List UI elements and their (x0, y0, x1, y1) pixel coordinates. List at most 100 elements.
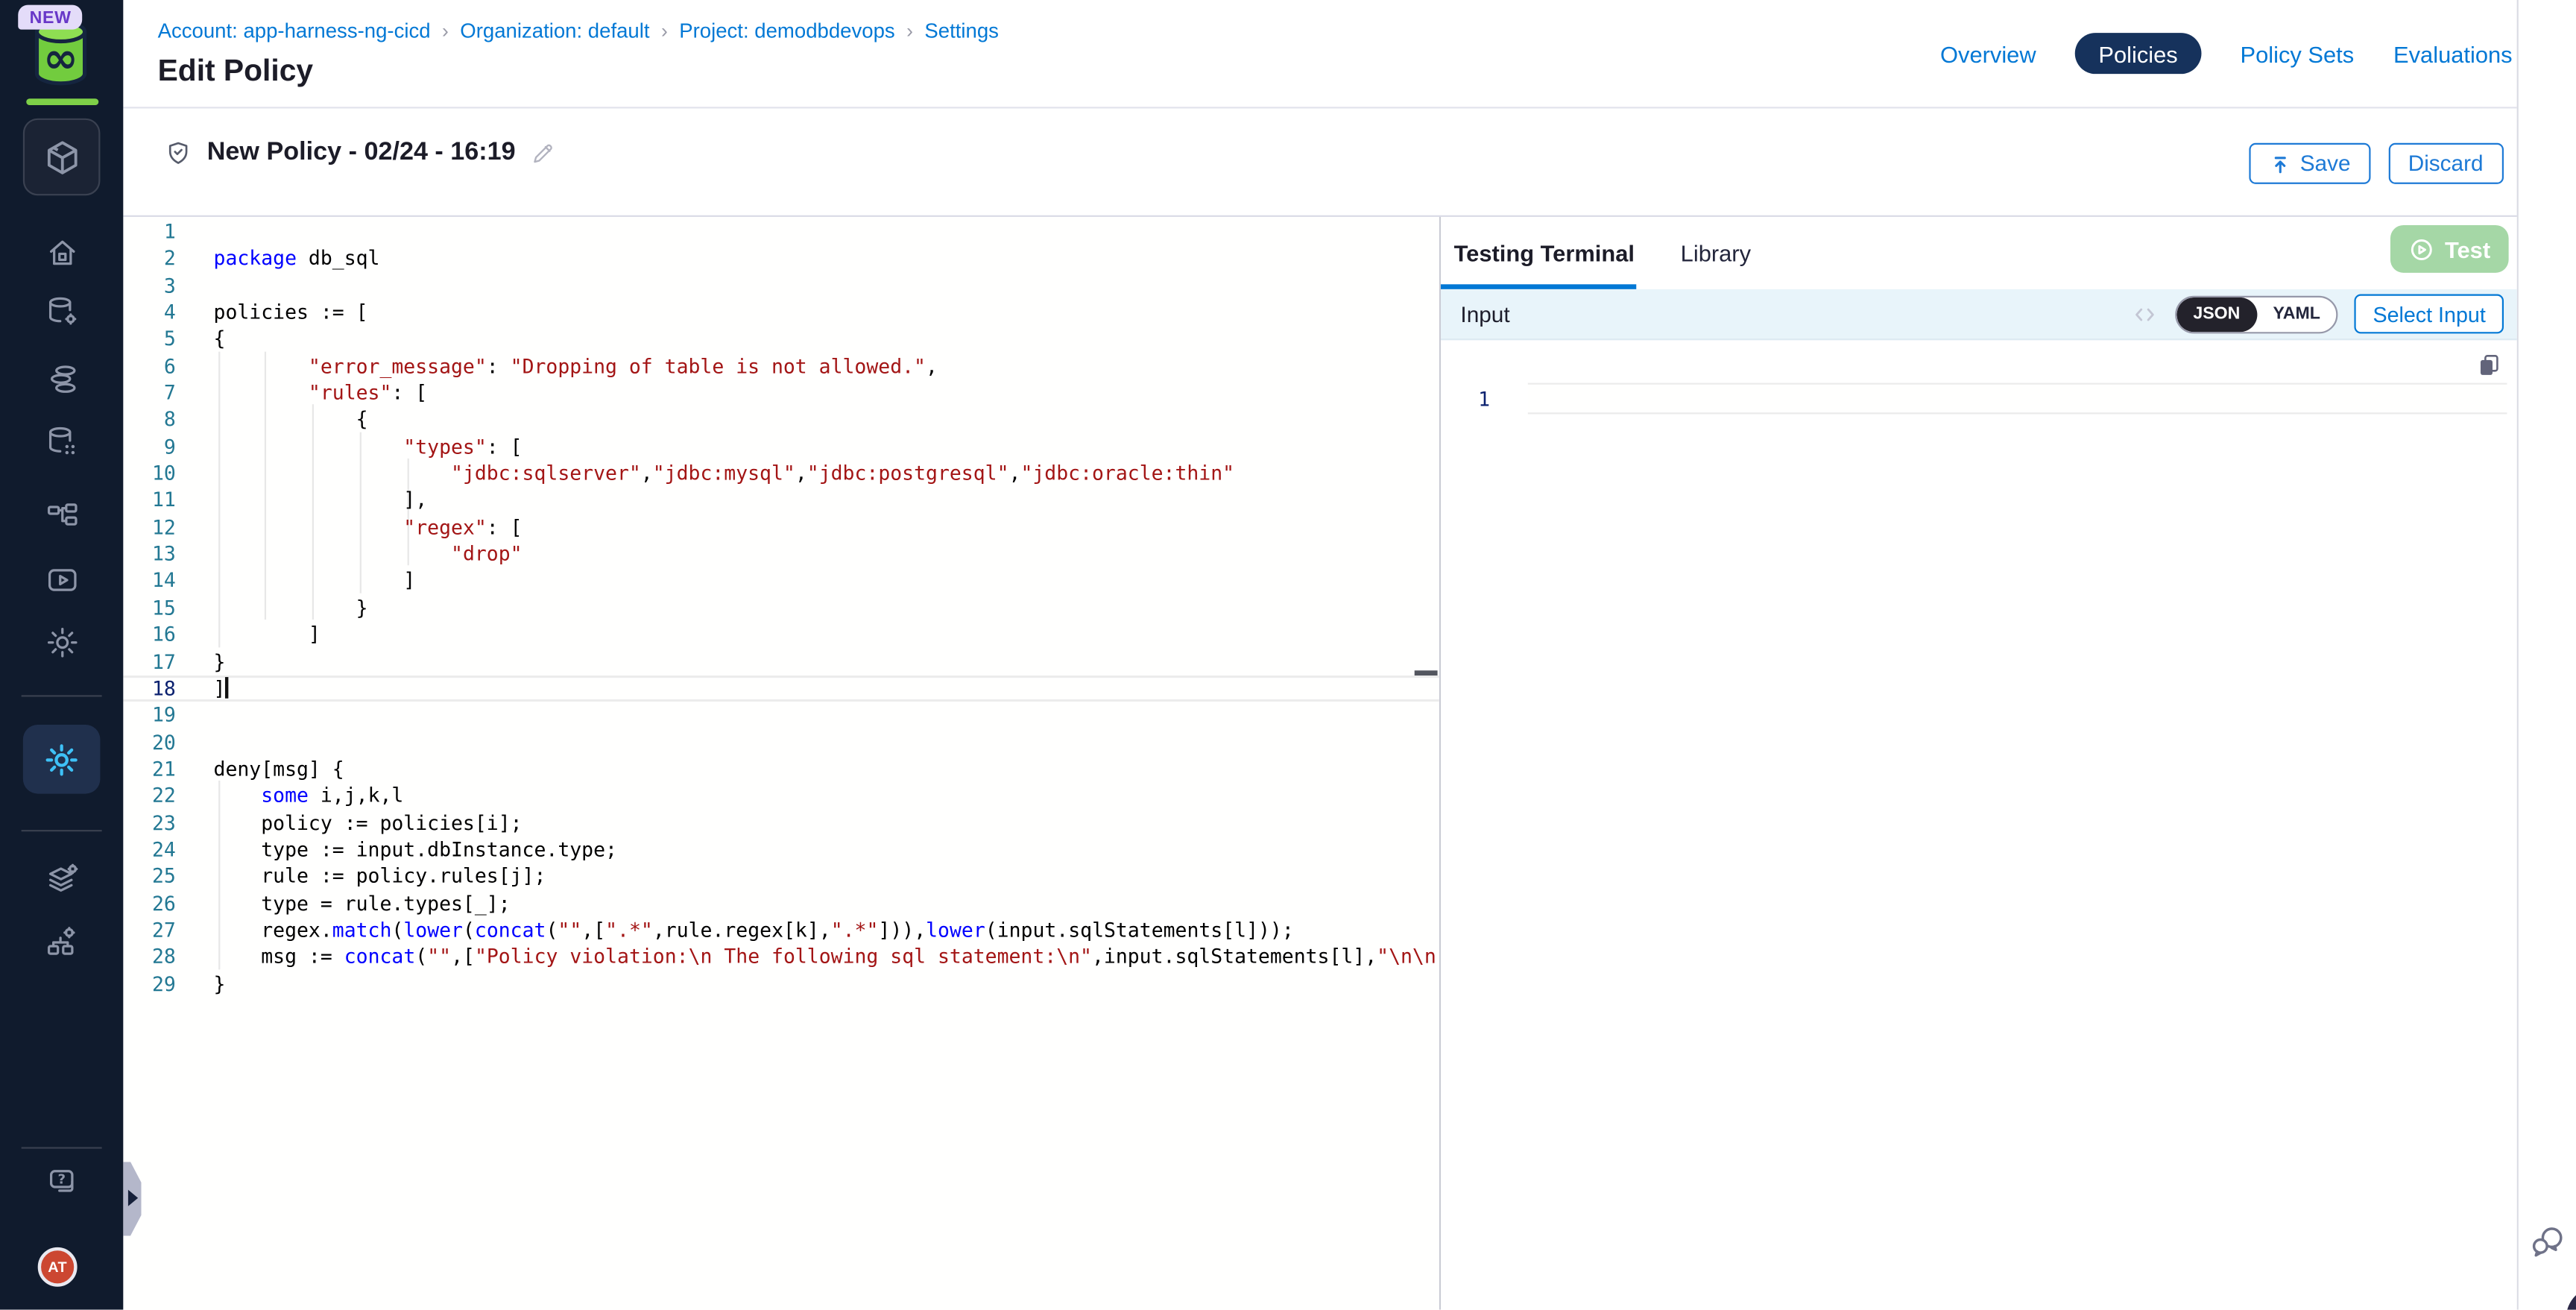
string-token: ".*" (831, 919, 879, 942)
code-line[interactable]: 6 "error_message": "Dropping of table is… (123, 353, 1439, 380)
code-line[interactable]: 5{ (123, 326, 1439, 353)
code-lines: 12package db_sql34policies := [5{6 "erro… (123, 218, 1439, 998)
input-editor-line[interactable] (1528, 383, 2507, 414)
line-number: 11 (123, 487, 176, 514)
code-line[interactable]: 15 } (123, 594, 1439, 621)
breadcrumb-item[interactable]: Project: demodbdevops (679, 19, 894, 42)
breadcrumb-item[interactable]: Settings (924, 19, 999, 42)
code-line[interactable]: 18] (123, 676, 1439, 702)
code-line[interactable]: 24 type := input.dbInstance.type; (123, 837, 1439, 863)
string-token: "drop" (451, 543, 523, 566)
code-line[interactable]: 14 ] (123, 567, 1439, 594)
breadcrumb-item[interactable]: Organization: default (460, 19, 649, 42)
format-toggle: JSONYAML (2175, 295, 2338, 333)
sidebar-item-executions[interactable] (0, 562, 123, 598)
line-number: 4 (123, 299, 176, 326)
edit-pencil-icon[interactable] (531, 140, 555, 165)
tab-library[interactable]: Library (1681, 240, 1751, 266)
sidebar-item-module-selector[interactable] (23, 119, 101, 196)
sidebar-item-project-settings-active[interactable] (23, 725, 101, 794)
string-token: "Dropping of table is not allowed." (511, 354, 926, 377)
sidebar-item-help[interactable]: ? (0, 1165, 123, 1201)
input-controls: JSONYAML Select Input (2131, 295, 2504, 334)
code-line[interactable]: 10 "jdbc:sqlserver","jdbc:mysql","jdbc:p… (123, 460, 1439, 487)
upload-icon (2269, 152, 2292, 175)
chat-support-button[interactable] (2528, 1223, 2568, 1262)
sidebar-item-settings[interactable] (0, 625, 123, 661)
code-line[interactable]: 3 (123, 272, 1439, 299)
code-token: ] (214, 570, 416, 593)
code-line[interactable]: 29} (123, 971, 1439, 998)
code-text: } (214, 971, 226, 998)
code-line[interactable]: 7 "rules": [ (123, 380, 1439, 406)
line-number: 9 (123, 433, 176, 460)
breadcrumb-separator: › (442, 19, 449, 42)
copy-button[interactable] (2476, 352, 2502, 378)
code-line[interactable]: 4 policies := [ (123, 299, 1439, 326)
code-token: rule := policy.rules[j]; (214, 865, 546, 888)
line-number: 7 (123, 380, 176, 406)
code-line[interactable]: 20 (123, 729, 1439, 756)
code-line[interactable]: 26 type = rule.types[_]; (123, 890, 1439, 917)
sidebar-item-database-settings[interactable] (0, 295, 123, 330)
sidebar-item-cost[interactable] (0, 362, 123, 397)
code-line[interactable]: 23 policy := policies[i]; (123, 810, 1439, 837)
code-line[interactable]: 25 rule := policy.rules[j]; (123, 863, 1439, 890)
sidebar-item-layers-settings[interactable] (0, 861, 123, 897)
nav-item-policy-sets[interactable]: Policy Sets (2241, 40, 2355, 66)
sidebar-item-pipelines[interactable] (0, 498, 123, 534)
code-token: } (214, 972, 226, 995)
code-line[interactable]: 12 "regex": [ (123, 514, 1439, 541)
nav-item-evaluations[interactable]: Evaluations (2393, 40, 2513, 66)
line-number: 5 (123, 326, 176, 353)
code-line[interactable]: 1 (123, 218, 1439, 245)
format-option-yaml[interactable]: YAML (2256, 297, 2337, 331)
code-line[interactable]: 22 some i,j,k,l (123, 783, 1439, 810)
top-nav: Overview Policies Policy Sets Evaluations (1940, 33, 2513, 74)
code-token: deny[msg] { (214, 758, 344, 781)
code-line[interactable]: 19 (123, 702, 1439, 729)
sidebar-divider (22, 830, 102, 831)
keyword-token: concat (344, 945, 416, 969)
policy-header: New Policy - 02/24 - 16:19 (164, 138, 555, 168)
user-avatar[interactable]: AT (38, 1247, 78, 1287)
code-line[interactable]: 13 "drop" (123, 541, 1439, 567)
select-input-button[interactable]: Select Input (2355, 295, 2504, 334)
code-line[interactable]: 8 { (123, 406, 1439, 433)
test-button[interactable]: Test (2390, 225, 2509, 273)
sidebar-item-org-settings[interactable] (0, 924, 123, 960)
code-text: { (214, 326, 226, 353)
format-option-json[interactable]: JSON (2176, 297, 2256, 331)
code-line[interactable]: 11 ], (123, 487, 1439, 514)
chat-widget-bubble[interactable] (2566, 1287, 2576, 1310)
line-number: 13 (123, 541, 176, 567)
nav-item-overview[interactable]: Overview (1940, 40, 2036, 66)
code-text: "types": [ (214, 433, 523, 460)
code-line[interactable]: 28 msg := concat("",["Policy violation:\… (123, 944, 1439, 971)
line-number: 15 (123, 594, 176, 621)
discard-button[interactable]: Discard (2388, 143, 2503, 184)
line-number: 24 (123, 837, 176, 863)
pipeline-tree-icon (43, 498, 79, 534)
tab-testing-terminal[interactable]: Testing Terminal (1454, 240, 1635, 266)
save-button[interactable]: Save (2249, 143, 2370, 184)
code-line[interactable]: 16 ] (123, 621, 1439, 648)
breadcrumb-item[interactable]: Account: app-harness-ng-cicd (158, 19, 431, 42)
code-line[interactable]: 17} (123, 649, 1439, 676)
code-text: policies := [ (214, 299, 368, 326)
code-line[interactable]: 27 regex.match(lower(concat("",[".*",rul… (123, 917, 1439, 944)
sidebar-item-database-instances[interactable] (0, 424, 123, 460)
nav-item-policies[interactable]: Policies (2076, 33, 2201, 74)
code-text: regex.match(lower(concat("",[".*",rule.r… (214, 917, 1294, 944)
code-text: rule := policy.rules[j]; (214, 863, 546, 890)
code-token: } (214, 596, 368, 620)
code-text: ] (214, 621, 321, 648)
sidebar-item-home[interactable] (0, 235, 123, 271)
code-line[interactable]: 21deny[msg] { (123, 756, 1439, 783)
policy-code-editor[interactable]: 12package db_sql34policies := [5{6 "erro… (123, 217, 1439, 1310)
code-text: ] (214, 567, 416, 594)
code-line[interactable]: 2package db_sql (123, 245, 1439, 272)
line-number: 14 (123, 567, 176, 594)
string-token: "jdbc:oracle:thin" (1020, 462, 1234, 485)
code-line[interactable]: 9 "types": [ (123, 433, 1439, 460)
